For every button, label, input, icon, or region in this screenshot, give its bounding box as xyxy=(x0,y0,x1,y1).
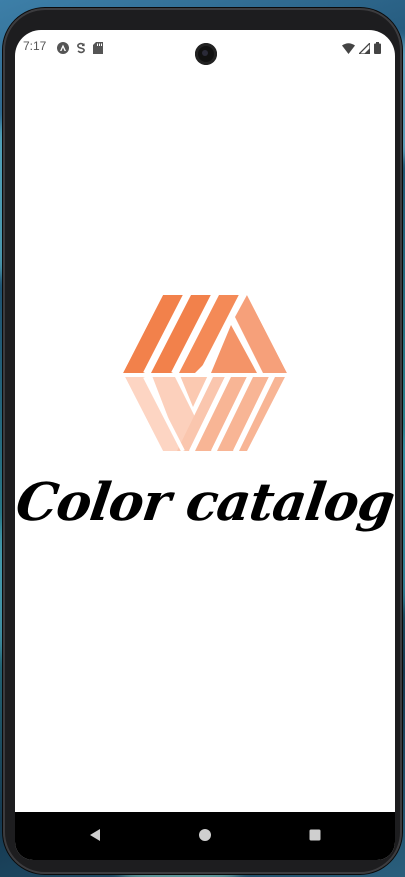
recents-icon xyxy=(308,827,322,846)
home-icon xyxy=(198,827,212,846)
back-icon xyxy=(88,827,102,846)
app-title: Color catalog xyxy=(15,472,395,533)
status-time: 7:17 xyxy=(23,39,47,53)
navigation-bar xyxy=(15,812,395,860)
back-button[interactable] xyxy=(65,812,125,860)
android-auto-icon xyxy=(57,39,69,58)
cell-signal-icon xyxy=(357,39,371,58)
hexagon-stripes-logo xyxy=(123,295,287,455)
sd-card-icon xyxy=(93,39,103,58)
status-icons-left xyxy=(57,39,103,58)
recents-button[interactable] xyxy=(285,812,345,860)
status-icons-right xyxy=(342,39,381,58)
sync-icon xyxy=(75,39,87,58)
front-camera xyxy=(195,43,217,65)
wifi-icon xyxy=(342,39,355,58)
screen: 7:17 Color catalog xyxy=(15,30,395,860)
status-bar: 7:17 xyxy=(15,30,395,65)
battery-icon xyxy=(374,39,381,58)
home-button[interactable] xyxy=(175,812,235,860)
phone-frame: 7:17 Color catalog xyxy=(3,8,402,874)
